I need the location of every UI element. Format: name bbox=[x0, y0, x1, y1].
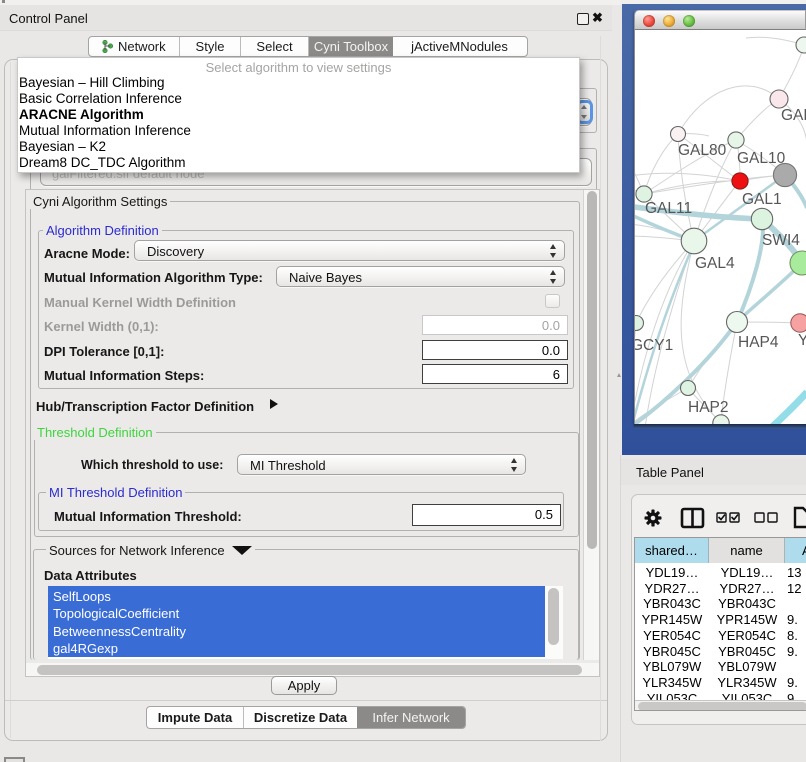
svg-text:GAL80: GAL80 bbox=[678, 142, 727, 159]
svg-text:GAL4: GAL4 bbox=[695, 255, 735, 272]
svg-text:GAL: GAL bbox=[781, 107, 806, 124]
svg-text:GCY1: GCY1 bbox=[635, 337, 673, 354]
svg-text:GAL1: GAL1 bbox=[742, 191, 782, 208]
svg-text:SWI4: SWI4 bbox=[762, 232, 800, 249]
svg-text:Y: Y bbox=[798, 332, 806, 349]
svg-text:GAL10: GAL10 bbox=[737, 150, 786, 167]
svg-text:HAP4: HAP4 bbox=[738, 334, 779, 351]
svg-text:HAP2: HAP2 bbox=[688, 399, 729, 416]
svg-text:GAL11: GAL11 bbox=[645, 200, 692, 217]
